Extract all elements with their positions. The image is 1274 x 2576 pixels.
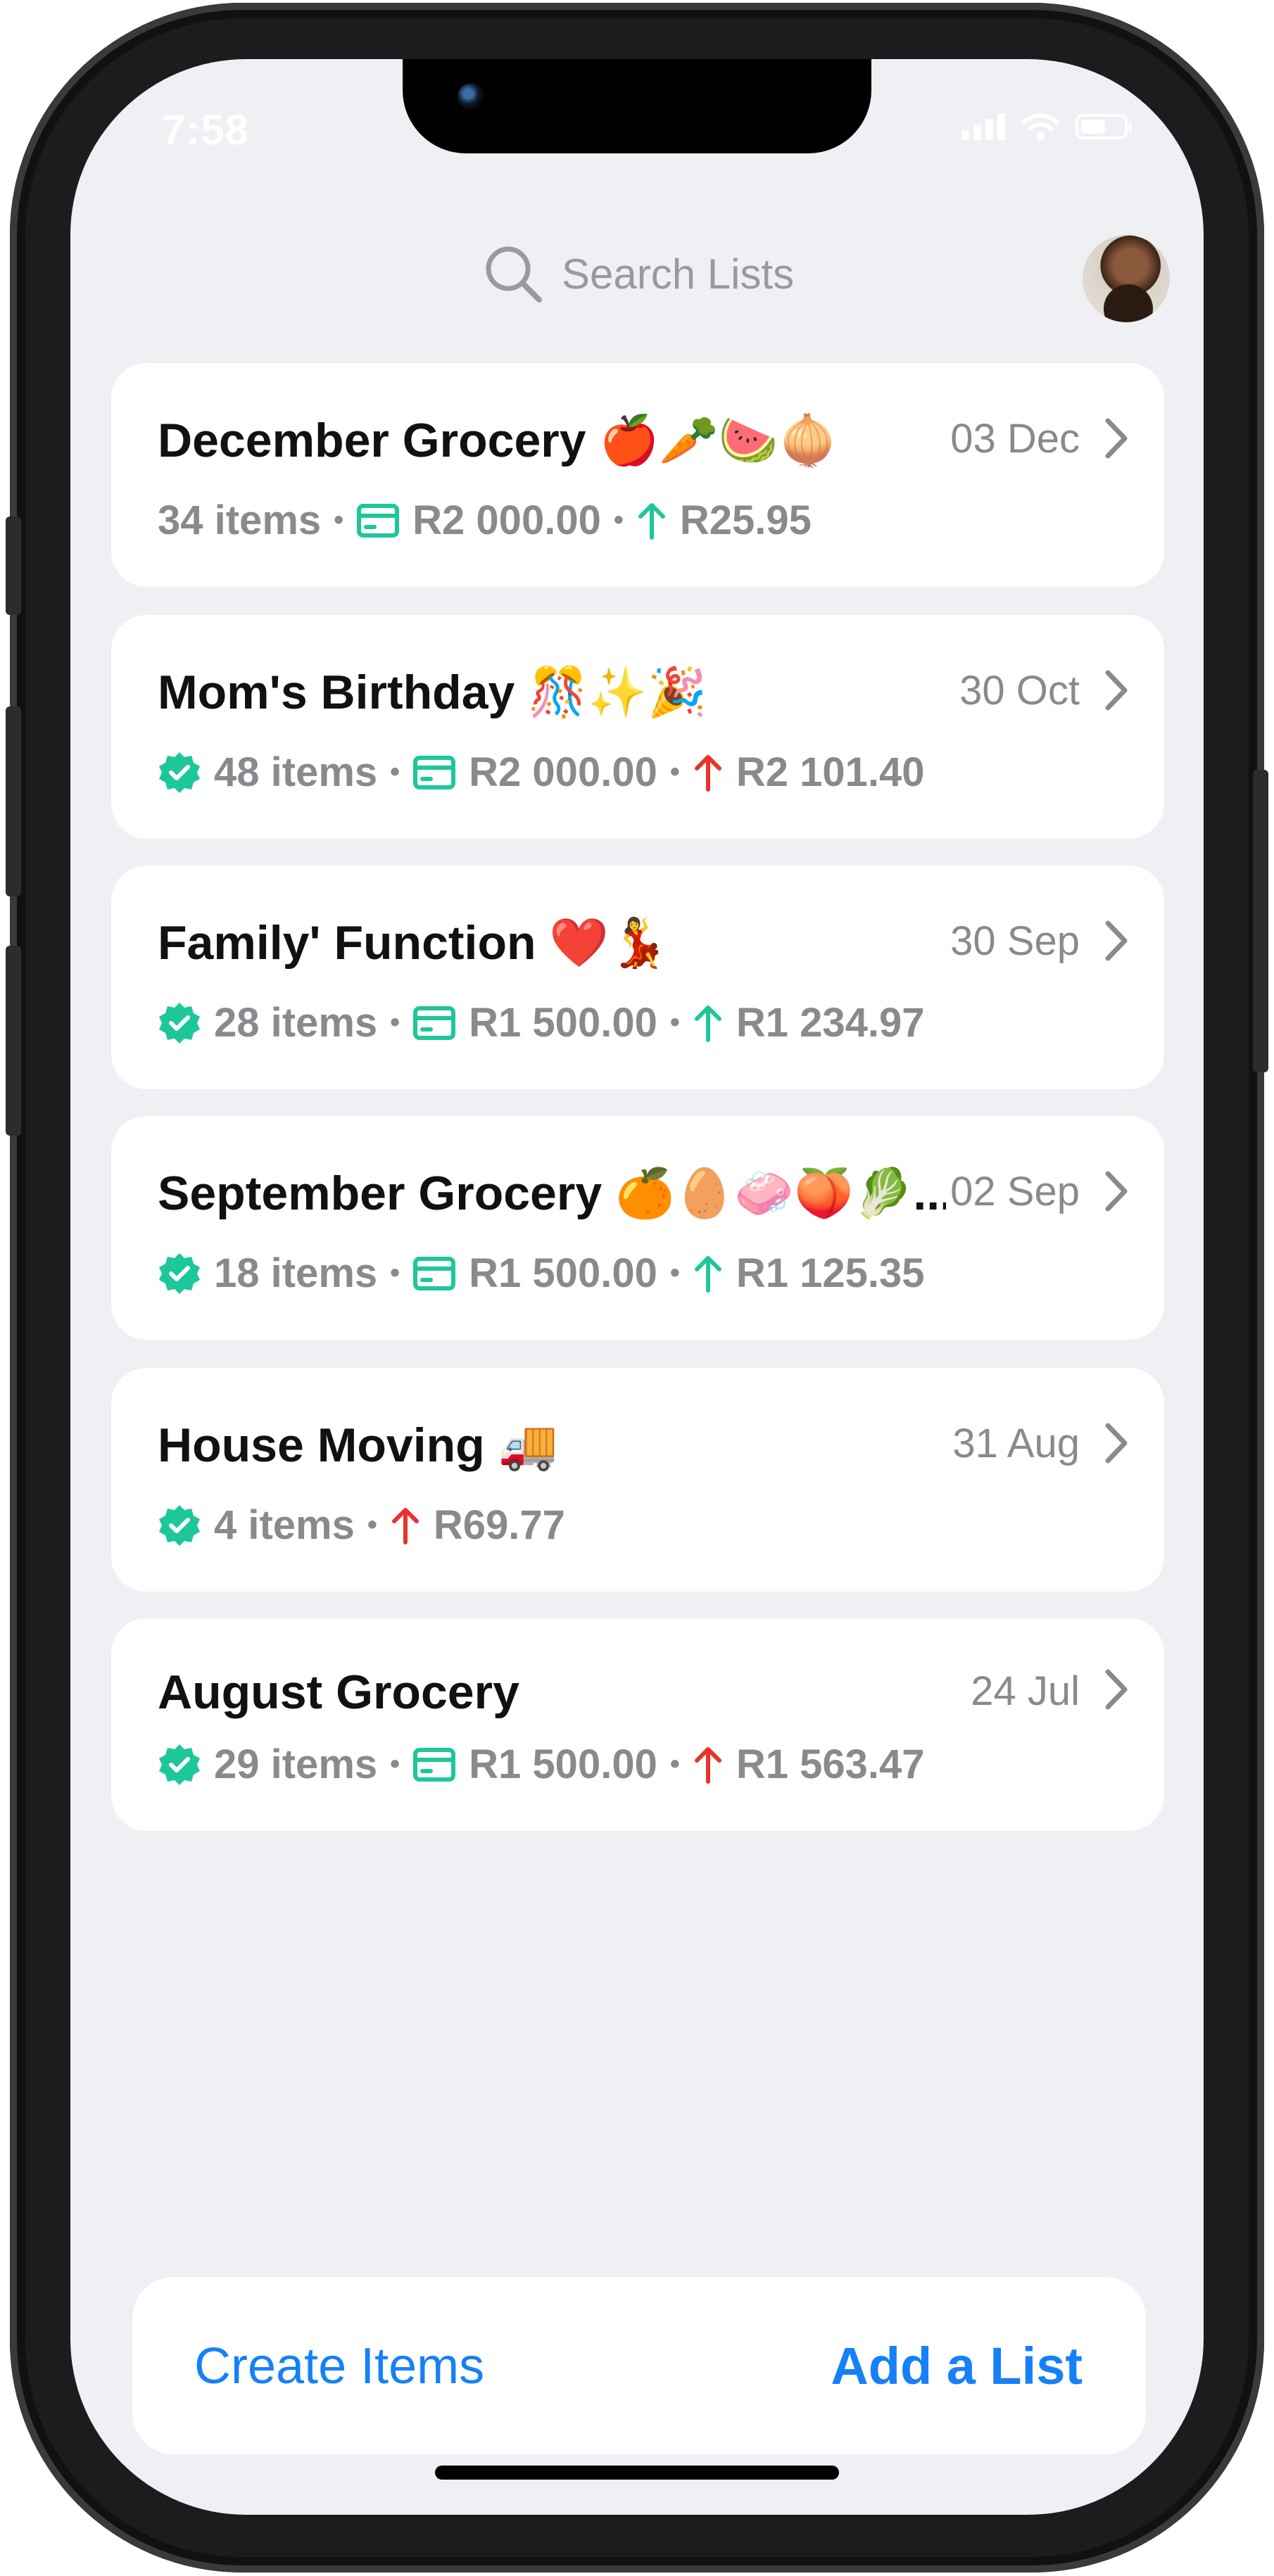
spent-amount: R69.77 bbox=[433, 1502, 565, 1548]
separator: • bbox=[390, 1007, 401, 1038]
separator: • bbox=[669, 1257, 680, 1288]
list-date: 24 Jul bbox=[971, 1668, 1080, 1714]
arrow-up-icon bbox=[694, 754, 721, 792]
item-count: 29 items bbox=[214, 1741, 378, 1787]
card-icon bbox=[413, 1005, 456, 1040]
budget-amount: R1 500.00 bbox=[469, 1250, 657, 1296]
separator: • bbox=[669, 1749, 680, 1779]
spent-amount: R2 101.40 bbox=[736, 749, 925, 795]
home-indicator[interactable] bbox=[435, 2466, 839, 2480]
spent-amount: R1 234.97 bbox=[736, 1000, 925, 1046]
chevron-right-icon bbox=[1105, 920, 1128, 961]
list-card[interactable]: Mom's Birthday 🎊✨🎉 30 Oct 48 items • R2 000.… bbox=[111, 615, 1164, 839]
list-title: August Grocery bbox=[158, 1665, 519, 1719]
list-card[interactable]: September Grocery 🍊🥚🧼🍑🥬... 02 Sep 18 items… bbox=[111, 1116, 1164, 1340]
search-bar[interactable]: Search Lists bbox=[483, 243, 794, 304]
separator: • bbox=[390, 1257, 401, 1288]
list-meta: 29 items • R1 500.00 • R1 563.47 bbox=[158, 1741, 925, 1788]
list-card[interactable]: August Grocery 24 Jul 29 items • R1 500.00 • R… bbox=[111, 1618, 1164, 1831]
chevron-right-icon bbox=[1105, 670, 1128, 711]
verified-badge-icon bbox=[159, 1002, 200, 1043]
power-button bbox=[1253, 770, 1268, 1072]
chevron-right-icon bbox=[1105, 418, 1128, 459]
arrow-up-icon bbox=[694, 1005, 721, 1042]
budget-amount: R1 500.00 bbox=[469, 1000, 657, 1046]
list-title: House Moving 🚚 bbox=[158, 1419, 558, 1472]
front-camera bbox=[458, 83, 484, 110]
arrow-up-icon bbox=[638, 502, 665, 540]
arrow-up-icon bbox=[391, 1507, 419, 1544]
spent-amount: R1 563.47 bbox=[736, 1741, 925, 1787]
list-meta: 48 items • R2 000.00 • R2 101.40 bbox=[158, 749, 925, 796]
bottom-toolbar: Create Items Add a List bbox=[132, 2277, 1146, 2454]
separator: • bbox=[390, 756, 401, 787]
add-list-button[interactable]: Add a List bbox=[831, 2336, 1083, 2396]
list-card[interactable]: House Moving 🚚 31 Aug 4 items • R69.77 bbox=[111, 1368, 1164, 1592]
status-time: 7:58 bbox=[162, 106, 250, 153]
chevron-right-icon bbox=[1105, 1171, 1128, 1212]
budget-amount: R1 500.00 bbox=[469, 1741, 657, 1787]
card-icon bbox=[357, 503, 400, 538]
spent-amount: R1 125.35 bbox=[736, 1250, 925, 1296]
verified-badge-icon bbox=[159, 1744, 200, 1785]
separator: • bbox=[613, 505, 624, 535]
status-icons bbox=[961, 113, 1132, 141]
avatar[interactable] bbox=[1083, 235, 1170, 322]
list-date: 03 Dec bbox=[950, 416, 1080, 462]
item-count: 18 items bbox=[214, 1250, 378, 1296]
budget-amount: R2 000.00 bbox=[412, 497, 601, 543]
verified-badge-icon bbox=[159, 1252, 200, 1294]
list-meta: 34 items • R2 000.00 • R25.95 bbox=[158, 497, 812, 544]
card-icon bbox=[413, 755, 456, 789]
list-title: Mom's Birthday 🎊✨🎉 bbox=[158, 666, 707, 719]
app-screen: 7:58 Search Lists December Grocery 🍎🥕🍉🧅 0… bbox=[70, 59, 1204, 2515]
list-date: 02 Sep bbox=[950, 1169, 1080, 1214]
item-count: 48 items bbox=[214, 749, 378, 795]
volume-down-button bbox=[6, 946, 21, 1136]
card-icon bbox=[413, 1256, 456, 1290]
arrow-up-icon bbox=[694, 1746, 721, 1784]
search-input[interactable]: Search Lists bbox=[562, 250, 794, 298]
chevron-right-icon bbox=[1105, 1423, 1128, 1464]
create-items-button[interactable]: Create Items bbox=[194, 2337, 484, 2395]
list-card[interactable]: Family' Function ❤️💃 30 Sep 28 items • R1 50… bbox=[111, 865, 1164, 1089]
separator: • bbox=[334, 505, 344, 535]
item-count: 34 items bbox=[158, 497, 322, 543]
card-icon bbox=[413, 1747, 456, 1782]
cellular-signal-icon bbox=[961, 113, 1005, 140]
separator: • bbox=[367, 1509, 377, 1540]
list-date: 30 Sep bbox=[950, 918, 1080, 964]
list-title: December Grocery 🍎🥕🍉🧅 bbox=[158, 414, 838, 467]
battery-icon bbox=[1076, 114, 1132, 139]
list-meta: 28 items • R1 500.00 • R1 234.97 bbox=[158, 999, 925, 1046]
list-title: Family' Function ❤️💃 bbox=[158, 916, 669, 970]
list-meta: 4 items • R69.77 bbox=[158, 1502, 565, 1549]
list-date: 31 Aug bbox=[952, 1421, 1080, 1466]
item-count: 4 items bbox=[214, 1502, 355, 1548]
chevron-right-icon bbox=[1105, 1669, 1128, 1710]
search-icon bbox=[486, 246, 542, 303]
mute-switch bbox=[6, 516, 21, 615]
volume-up-button bbox=[6, 706, 21, 896]
list-title: September Grocery 🍊🥚🧼🍑🥬... bbox=[158, 1167, 946, 1220]
spent-amount: R25.95 bbox=[679, 497, 812, 543]
separator: • bbox=[390, 1749, 401, 1779]
item-count: 28 items bbox=[214, 1000, 378, 1046]
wifi-icon bbox=[1021, 113, 1059, 140]
verified-badge-icon bbox=[159, 751, 200, 793]
list-card[interactable]: December Grocery 🍎🥕🍉🧅 03 Dec 34 items • R2 0… bbox=[111, 363, 1164, 587]
verified-badge-icon bbox=[159, 1504, 200, 1546]
separator: • bbox=[669, 1007, 680, 1038]
separator: • bbox=[669, 756, 680, 787]
arrow-up-icon bbox=[694, 1255, 721, 1293]
budget-amount: R2 000.00 bbox=[469, 749, 657, 795]
list-date: 30 Oct bbox=[959, 668, 1080, 713]
list-meta: 18 items • R1 500.00 • R1 125.35 bbox=[158, 1250, 925, 1297]
notch bbox=[403, 59, 871, 153]
